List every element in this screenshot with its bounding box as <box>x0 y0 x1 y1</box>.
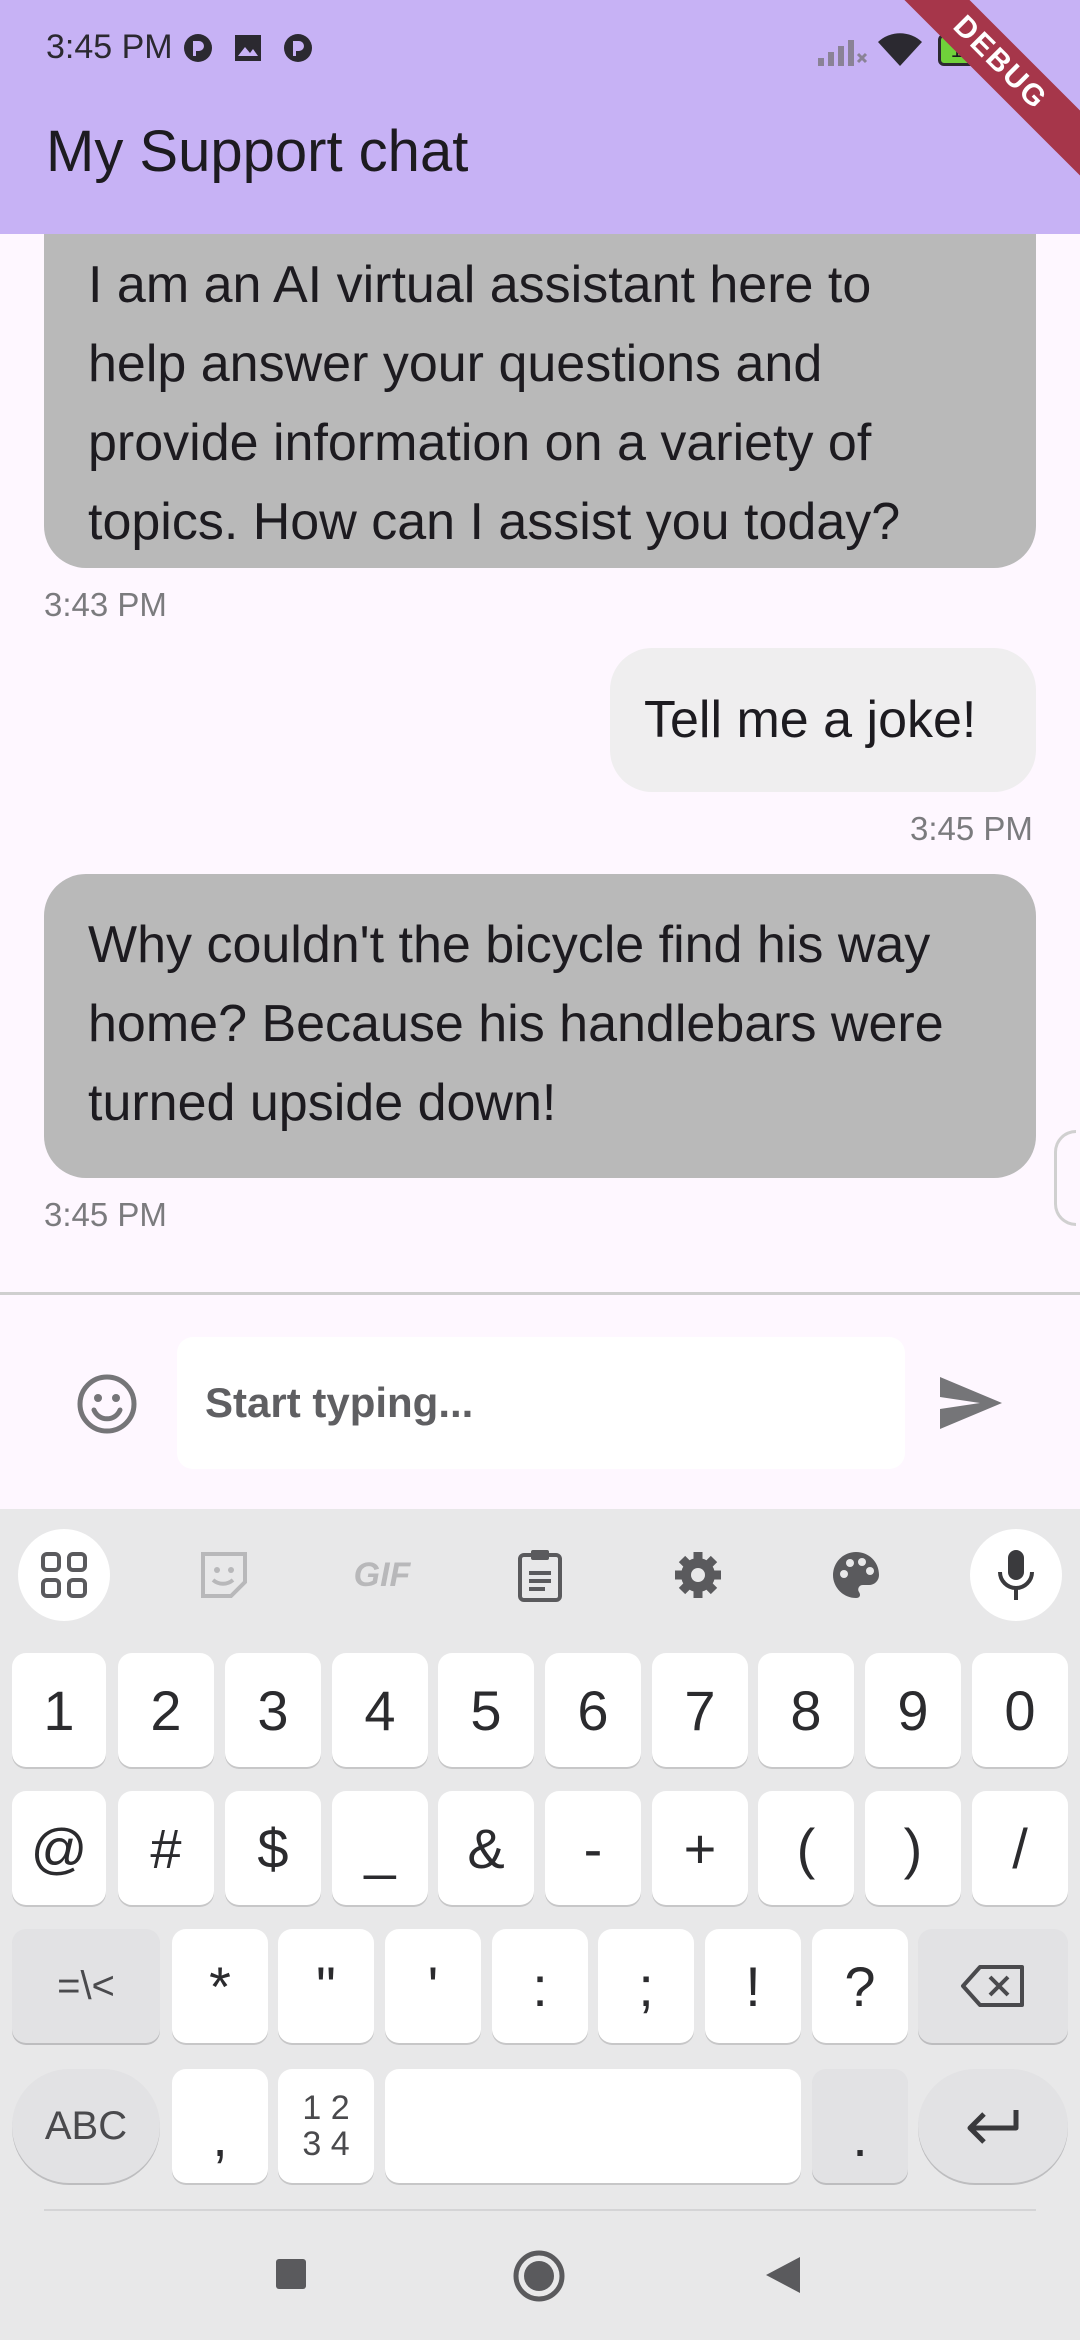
key-close-paren[interactable]: ) <box>865 1791 961 1905</box>
signal-icon <box>818 40 868 66</box>
overscroll-indicator <box>1054 1130 1076 1226</box>
enter-icon <box>967 2110 1019 2144</box>
key-single-quote[interactable]: ' <box>385 1929 481 2043</box>
message-line: provide information on a variety of <box>88 414 872 472</box>
key-colon[interactable]: : <box>492 1929 588 2043</box>
gif-icon[interactable]: GIF <box>336 1529 428 1621</box>
key-more-symbols[interactable]: =\< <box>12 1929 160 2043</box>
palette-icon[interactable] <box>810 1529 902 1621</box>
notification-app-icon <box>184 34 212 62</box>
key-6[interactable]: 6 <box>545 1653 641 1767</box>
key-9[interactable]: 9 <box>865 1653 961 1767</box>
key-question[interactable]: ? <box>812 1929 908 2043</box>
key-underscore[interactable]: _ <box>332 1791 428 1905</box>
key-slash[interactable]: / <box>972 1791 1068 1905</box>
apps-grid-icon[interactable] <box>18 1529 110 1621</box>
clipboard-icon[interactable] <box>494 1529 586 1621</box>
bot-message-bubble: I am an AI virtual assistant here to hel… <box>44 234 1036 568</box>
key-period[interactable]: . <box>812 2069 908 2183</box>
message-line: I am an AI virtual assistant here to <box>88 256 872 314</box>
key-comma[interactable]: , <box>172 2069 268 2183</box>
back-icon[interactable] <box>764 2255 802 2295</box>
backspace-icon <box>961 1965 1024 2007</box>
status-bar: 3:45 PM 100 <box>0 0 1080 100</box>
key-ampersand[interactable]: & <box>438 1791 534 1905</box>
message-line: Tell me a joke! <box>644 690 977 749</box>
message-timestamp: 3:43 PM <box>44 586 167 623</box>
abc-key[interactable]: ABC <box>12 2069 160 2183</box>
key-asterisk[interactable]: * <box>172 1929 268 2043</box>
message-line: help answer your questions and <box>88 335 823 393</box>
message-timestamp: 3:45 PM <box>910 810 1033 847</box>
send-icon[interactable] <box>938 1373 1004 1433</box>
key-4[interactable]: 4 <box>332 1653 428 1767</box>
space-key[interactable] <box>385 2069 801 2183</box>
key-plus[interactable]: + <box>652 1791 748 1905</box>
numpad-label-top: 1 2 <box>302 2089 350 2127</box>
user-message-bubble: Tell me a joke! <box>610 648 1036 792</box>
key-2[interactable]: 2 <box>118 1653 214 1767</box>
message-list[interactable]: I am an AI virtual assistant here to hel… <box>0 234 1080 1292</box>
message-line: Why couldn't the bicycle find his way <box>88 916 931 974</box>
recents-icon[interactable] <box>274 2257 308 2291</box>
backspace-key[interactable] <box>918 1929 1068 2043</box>
key-minus[interactable]: - <box>545 1791 641 1905</box>
message-line: turned upside down! <box>88 1074 557 1132</box>
keyboard-toolbar: GIF <box>0 1509 1080 1645</box>
status-time: 3:45 PM <box>46 28 173 66</box>
key-8[interactable]: 8 <box>758 1653 854 1767</box>
emoji-icon[interactable] <box>76 1373 138 1435</box>
navigation-bar <box>0 2211 1080 2340</box>
key-5[interactable]: 5 <box>438 1653 534 1767</box>
key-double-quote[interactable]: " <box>278 1929 374 2043</box>
key-semicolon[interactable]: ; <box>598 1929 694 2043</box>
soft-keyboard: GIF 1 2 3 4 5 6 7 8 9 0 @ # $ _ & - + ( … <box>0 1509 1080 2340</box>
key-at[interactable]: @ <box>12 1791 106 1905</box>
page-title: My Support chat <box>46 119 469 184</box>
bot-message-bubble: Why couldn't the bicycle find his way ho… <box>44 874 1036 1178</box>
message-line: topics. How can I assist you today? <box>88 493 901 551</box>
key-dollar[interactable]: $ <box>225 1791 321 1905</box>
home-icon[interactable] <box>512 2249 566 2303</box>
key-exclamation[interactable]: ! <box>705 1929 801 2043</box>
enter-key[interactable] <box>918 2069 1068 2183</box>
key-0[interactable]: 0 <box>972 1653 1068 1767</box>
key-7[interactable]: 7 <box>652 1653 748 1767</box>
notification-app-icon-2 <box>284 34 312 62</box>
message-input[interactable] <box>177 1337 905 1469</box>
sticker-icon[interactable] <box>178 1529 270 1621</box>
numpad-key[interactable]: 1 2 3 4 <box>278 2069 374 2183</box>
settings-icon[interactable] <box>652 1529 744 1621</box>
message-timestamp: 3:45 PM <box>44 1196 167 1233</box>
composer-bar <box>0 1295 1080 1509</box>
notification-image-icon <box>235 35 261 61</box>
numpad-label-bottom: 3 4 <box>302 2125 350 2163</box>
message-line: home? Because his handlebars were <box>88 995 944 1053</box>
key-3[interactable]: 3 <box>225 1653 321 1767</box>
key-open-paren[interactable]: ( <box>758 1791 854 1905</box>
key-1[interactable]: 1 <box>12 1653 106 1767</box>
app-header: 3:45 PM 100 My Support chat DEBUG <box>0 0 1080 234</box>
wifi-icon <box>878 33 922 66</box>
key-hash[interactable]: # <box>118 1791 214 1905</box>
mic-icon[interactable] <box>970 1529 1062 1621</box>
